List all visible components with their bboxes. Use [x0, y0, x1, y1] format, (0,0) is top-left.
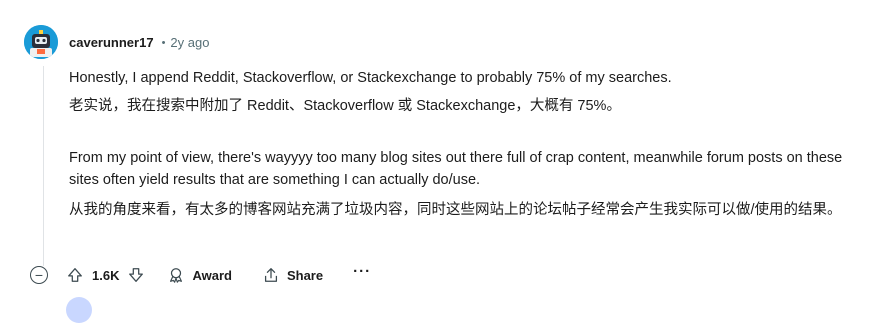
comment-paragraph-zh-2: 从我的角度来看，有太多的博客网站充满了垃圾内容，同时这些网站上的论坛帖子经常会产…: [69, 202, 842, 218]
meta-separator: •: [161, 36, 166, 49]
share-label: Share: [286, 267, 324, 283]
award-button[interactable]: Award: [167, 266, 232, 284]
vote-score: 1.6K: [92, 267, 120, 283]
share-icon: [264, 268, 277, 282]
comment-paragraph-zh-1: 老实说，我在搜索中附加了 Reddit、Stackoverflow 或 Stac…: [69, 98, 621, 114]
award-icon: [170, 268, 183, 283]
thread-line: [43, 66, 44, 266]
upvote-icon[interactable]: [66, 266, 84, 284]
next-comment-avatar[interactable]: [66, 297, 92, 323]
avatar-robot-icon: [24, 25, 58, 59]
award-label: Award: [192, 267, 232, 283]
comment-actions: − 1.6K Award Share ···: [30, 263, 371, 284]
collapse-icon[interactable]: −: [30, 266, 48, 284]
comment-paragraph-en-2: From my point of view, there's wayyyy to…: [69, 150, 843, 188]
comment-body: Honestly, I append Reddit, Stackoverflow…: [69, 67, 869, 221]
more-icon[interactable]: ···: [353, 263, 371, 280]
username[interactable]: caverunner17: [69, 35, 154, 50]
vote-group: 1.6K: [66, 266, 145, 284]
downvote-icon[interactable]: [127, 266, 145, 284]
avatar[interactable]: [24, 25, 58, 59]
timestamp[interactable]: 2y ago: [170, 35, 209, 50]
comment-paragraph-en-1: Honestly, I append Reddit, Stackoverflow…: [69, 70, 672, 86]
comment-header: caverunner17 • 2y ago: [69, 35, 209, 50]
share-button[interactable]: Share: [262, 266, 323, 284]
